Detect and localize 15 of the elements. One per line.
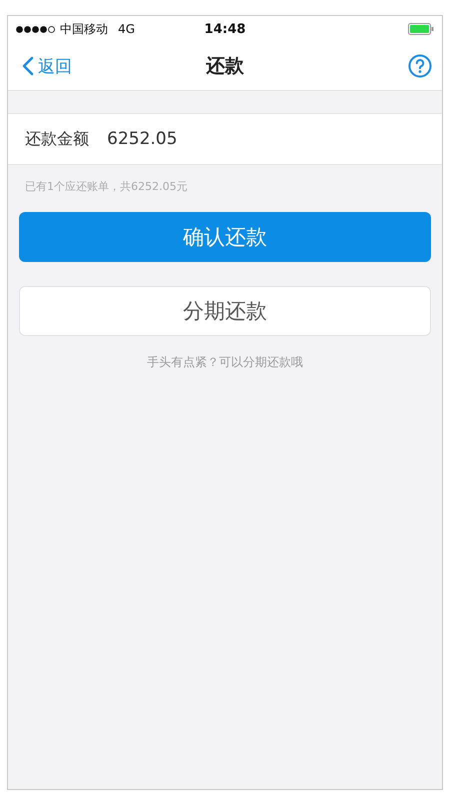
page-title: 还款 xyxy=(206,54,244,79)
back-button[interactable]: 返回 xyxy=(22,54,72,78)
network-type: 4G xyxy=(118,22,135,36)
amount-value: 6252.05 xyxy=(107,129,178,149)
carrier-name: 中国移动 xyxy=(60,20,108,38)
chevron-left-icon xyxy=(22,56,34,76)
bill-summary: 已有1个应还账单，共6252.05元 xyxy=(25,179,188,194)
installment-button[interactable]: 分期还款 xyxy=(19,286,431,336)
confirm-button[interactable]: 确认还款 xyxy=(19,212,431,262)
signal-icon xyxy=(16,26,56,32)
status-time: 14:48 xyxy=(204,22,246,36)
help-icon[interactable] xyxy=(408,54,432,78)
battery-icon xyxy=(408,23,434,35)
amount-label: 还款金额 xyxy=(25,128,89,150)
installment-note: 手头有点紧？可以分期还款哦 xyxy=(146,354,304,371)
